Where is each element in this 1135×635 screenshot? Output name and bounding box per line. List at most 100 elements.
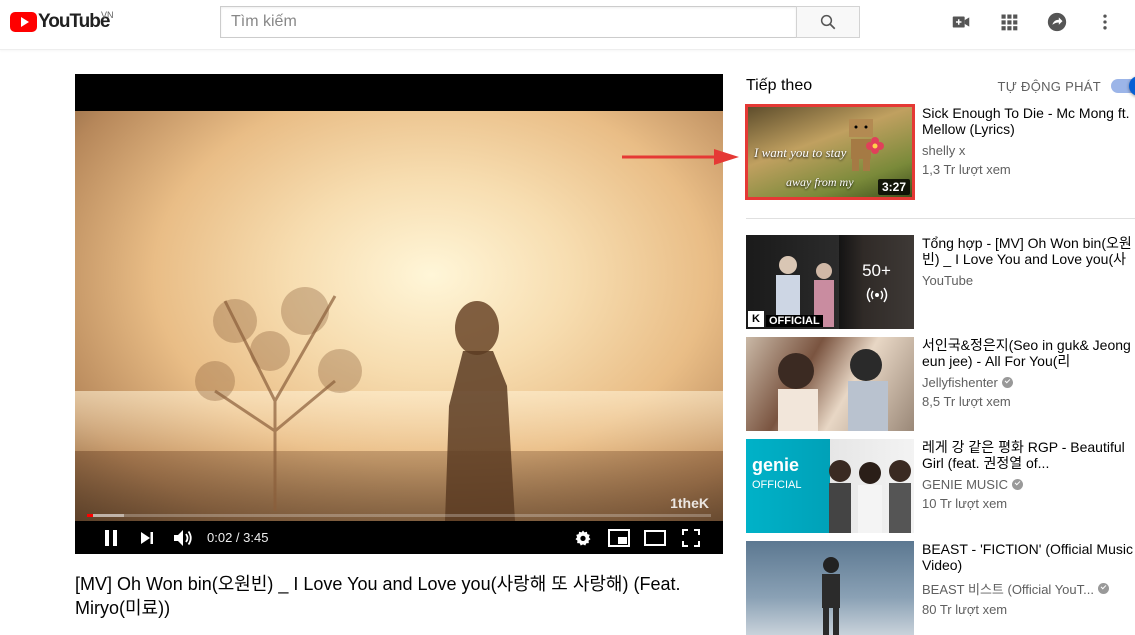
channel-name: BEAST 비스트 (Official YouT...	[922, 579, 1135, 598]
video-camera-icon	[952, 16, 970, 28]
video-info: Sick Enough To Die - Mc Mong ft. Mellow …	[922, 105, 1135, 177]
video-item-title[interactable]: Sick Enough To Die - Mc Mong ft. Mellow …	[922, 105, 1135, 137]
playlist-count: 50+	[862, 261, 891, 280]
volume-icon	[174, 529, 192, 546]
autoplay-control: TỰ ĐỘNG PHÁT	[997, 76, 1135, 96]
theater-icon	[644, 529, 666, 546]
search-input[interactable]	[220, 6, 796, 38]
video-item-title[interactable]: Tổng hợp - [MV] Oh Won bin(오원빈) _ I Love…	[922, 235, 1135, 267]
channel-watermark: 1theK	[670, 495, 709, 511]
playlist-broadcast-icon	[866, 287, 887, 303]
progress-bar[interactable]	[87, 514, 711, 517]
verified-icon	[1097, 583, 1109, 594]
next-button[interactable]	[129, 521, 165, 554]
genie-official-label: OFFICIAL	[752, 479, 802, 491]
miniplayer-icon	[608, 528, 630, 547]
duration-badge: 3:27	[877, 179, 910, 195]
video-scene-tree	[195, 287, 362, 511]
channel-name: YouTube	[922, 273, 1135, 288]
search-bar	[220, 6, 860, 38]
video-thumbnail[interactable]	[746, 337, 914, 431]
fullscreen-icon	[682, 528, 700, 547]
channel-name-text: shelly x	[922, 143, 966, 158]
top-actions	[949, 10, 1117, 34]
playlist-item[interactable]: 50+ K OFFICIAL Tổng hợp - [MV] Oh Won bi…	[746, 235, 1135, 329]
view-count: 1,3 Tr lượt xem	[922, 162, 1011, 177]
logo-country: VN	[101, 10, 114, 20]
playlist-overlay: 50+	[839, 235, 914, 329]
video-title: [MV] Oh Won bin(오원빈) _ I Love You and Lo…	[75, 574, 681, 618]
video-thumbnail[interactable]: genie OFFICIAL	[746, 439, 914, 533]
theater-button[interactable]	[637, 521, 673, 554]
thumbnail-caption: I want you to stay	[754, 145, 847, 160]
masthead: YouTube VN	[0, 0, 1135, 50]
video-info: 서인국&정은지(Seo in guk& Jeong eun jee) - All…	[922, 337, 1135, 409]
video-item-title[interactable]: BEAST - 'FICTION' (Official Music Video)	[922, 541, 1135, 573]
volume-button[interactable]	[165, 521, 201, 554]
logo-text: YouTube	[38, 11, 110, 32]
apps-button[interactable]	[997, 10, 1021, 34]
search-button[interactable]	[796, 6, 860, 38]
youtube-logo[interactable]: YouTube VN	[10, 10, 114, 33]
player-controls: 0:02 / 3:45	[75, 521, 723, 554]
video-frame[interactable]: 1theK	[75, 111, 723, 521]
channel-name-text: GENIE MUSIC	[922, 477, 1008, 492]
time-display: 0:02 / 3:45	[207, 530, 269, 545]
toggle-knob	[1129, 76, 1135, 96]
channel-name-text: BEAST 비스트 (Official YouT...	[922, 582, 1094, 597]
video-scene-fence	[75, 451, 723, 521]
video-info: 레게 강 같은 평화 RGP - Beautiful Girl (feat. 권…	[922, 439, 1135, 511]
more-button[interactable]	[1093, 10, 1117, 34]
progress-buffer	[92, 514, 124, 517]
view-count: 80 Tr lượt xem	[922, 602, 1008, 617]
pause-button[interactable]	[93, 521, 129, 554]
apps-grid-icon	[1001, 14, 1018, 31]
video-thumbnail[interactable]	[746, 541, 914, 635]
playlist-thumbnail[interactable]: 50+ K OFFICIAL	[746, 235, 914, 329]
channel-k-badge: K	[748, 311, 764, 327]
fullscreen-button[interactable]	[673, 521, 709, 554]
next-icon	[141, 531, 153, 544]
video-thumbnail[interactable]: I want you to stay away from my 3:27	[745, 104, 915, 200]
video-info: BEAST - 'FICTION' (Official Music Video)…	[922, 541, 1135, 617]
genie-logo: genie	[752, 455, 800, 475]
messages-button[interactable]	[1045, 10, 1069, 34]
video-item-title[interactable]: 서인국&정은지(Seo in guk& Jeong eun jee) - All…	[922, 337, 1135, 369]
thumbnail-person	[822, 557, 840, 635]
video-scene-person	[445, 301, 515, 521]
miniplayer-button[interactable]	[601, 521, 637, 554]
verified-icon	[1001, 377, 1013, 388]
autoplay-toggle[interactable]	[1111, 76, 1135, 96]
video-scene-water	[75, 391, 723, 451]
video-item[interactable]: I want you to stay away from my 3:27 Sic…	[745, 104, 1135, 200]
search-icon	[820, 14, 836, 30]
channel-name: shelly x	[922, 143, 1135, 158]
controls-right	[565, 521, 723, 554]
up-next-header: Tiếp theo TỰ ĐỘNG PHÁT	[746, 72, 1135, 100]
video-info: Tổng hợp - [MV] Oh Won bin(오원빈) _ I Love…	[922, 235, 1135, 288]
video-item[interactable]: 서인국&정은지(Seo in guk& Jeong eun jee) - All…	[746, 337, 1135, 431]
thumbnail-people	[778, 349, 888, 431]
video-player[interactable]: 1theK 0:02 / 3:45	[75, 74, 723, 554]
channel-name-text: YouTube	[922, 273, 974, 288]
settings-button[interactable]	[565, 521, 601, 554]
pause-icon	[105, 529, 117, 546]
flower-icon	[866, 137, 884, 154]
video-item-title[interactable]: 레게 강 같은 평화 RGP - Beautiful Girl (feat. 권…	[922, 439, 1135, 471]
video-item[interactable]: BEAST - 'FICTION' (Official Music Video)…	[746, 541, 1135, 635]
more-vert-icon	[1103, 14, 1107, 30]
settings-icon	[575, 530, 591, 545]
thumbnail-caption-2: away from my	[786, 175, 854, 189]
view-count: 10 Tr lượt xem	[922, 496, 1008, 511]
annotation-arrow-icon	[622, 149, 739, 165]
up-next-sidebar: Tiếp theo TỰ ĐỘNG PHÁT I want you to sta…	[745, 72, 1135, 635]
divider	[746, 218, 1135, 219]
create-video-button[interactable]	[949, 10, 973, 34]
up-next-label: Tiếp theo	[746, 77, 813, 94]
share-icon	[1047, 12, 1067, 32]
verified-icon	[1011, 479, 1023, 490]
youtube-play-icon	[10, 12, 37, 32]
official-label: OFFICIAL	[766, 315, 823, 327]
video-item[interactable]: genie OFFICIAL 레게 강 같은 평화 RGP - Beautifu…	[746, 439, 1135, 533]
thumbnail-people	[829, 460, 911, 533]
